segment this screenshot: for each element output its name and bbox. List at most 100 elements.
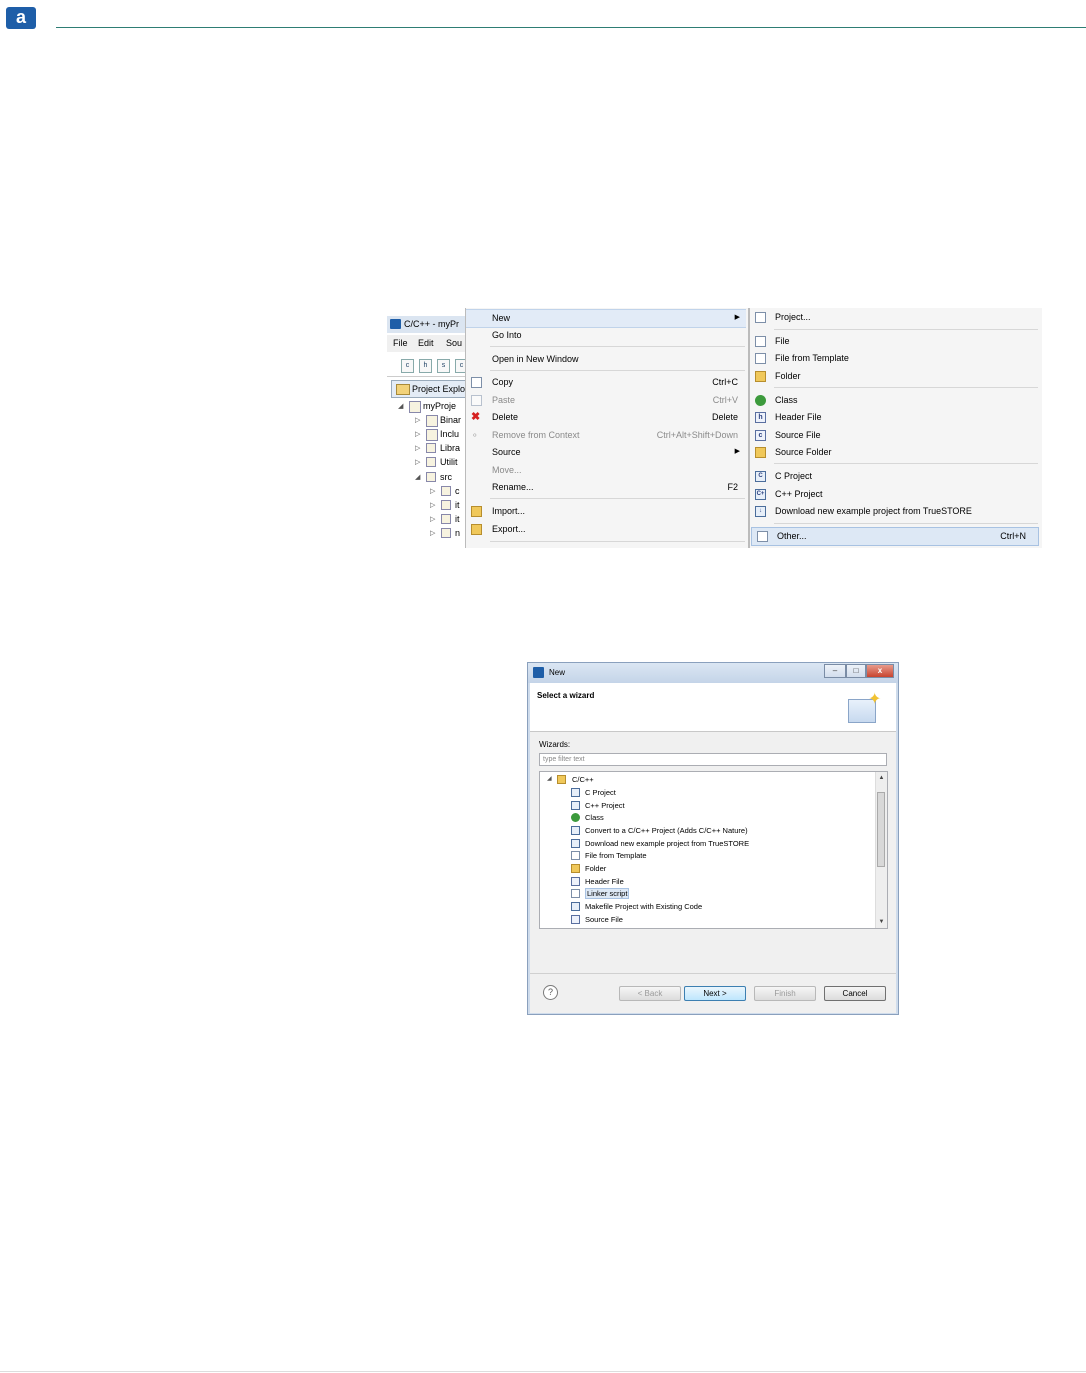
menu-item-new[interactable]: New ▶	[466, 309, 746, 328]
menu-item-shortcut: Ctrl+N	[1000, 531, 1026, 541]
dialog-title: New	[549, 668, 566, 677]
menu-item-source-file[interactable]: c Source File	[750, 427, 1040, 444]
menu-item-file-from-template[interactable]: File from Template	[750, 350, 1040, 367]
menu-item-label: New	[492, 313, 511, 323]
help-icon[interactable]: ?	[543, 985, 558, 1000]
menu-item-label: Other...	[777, 531, 807, 541]
header-rule	[56, 27, 1086, 28]
footer-separator	[530, 973, 896, 974]
header-file-icon	[571, 877, 580, 886]
menu-item-label: C Project	[775, 471, 813, 481]
back-button[interactable]: < Back	[619, 986, 681, 1001]
menu-edit[interactable]: Edit	[418, 338, 434, 348]
menu-item-label: Class	[775, 395, 798, 405]
menu-item-delete[interactable]: ✖ Delete Delete	[466, 409, 746, 426]
menu-item-rename[interactable]: Rename... F2	[466, 479, 746, 496]
next-button[interactable]: Next >	[684, 986, 746, 1001]
file-icon	[755, 336, 766, 347]
tab-project-explorer[interactable]: Project Explo	[391, 380, 466, 398]
folder-icon	[755, 371, 766, 382]
source-folder-icon	[755, 447, 766, 458]
menu-item-header-file[interactable]: h Header File	[750, 409, 1040, 426]
scroll-up-icon[interactable]: ▲	[877, 773, 886, 783]
menu-item-paste[interactable]: Paste Ctrl+V	[466, 392, 746, 409]
expand-arrow-icon[interactable]: ▷	[415, 416, 420, 424]
expand-arrow-icon[interactable]: ◢	[547, 775, 552, 782]
menu-item-download-example[interactable]: ↓ Download new example project from TrueS…	[750, 503, 1040, 520]
menu-item-label: Project...	[775, 312, 811, 322]
new-c-file-button[interactable]: c	[401, 359, 414, 373]
tree-item-label: C++ Project	[585, 801, 625, 810]
tree-item-label: C Project	[585, 788, 616, 797]
menu-file[interactable]: File	[393, 338, 408, 348]
filter-input[interactable]: type filter text	[539, 753, 887, 766]
menu-item-label: Open in New Window	[492, 354, 579, 364]
tree-item-label: Convert to a C/C++ Project (Adds C/C++ N…	[585, 826, 748, 835]
menu-item-remove-from-context[interactable]: ⚬ Remove from Context Ctrl+Alt+Shift+Down	[466, 427, 746, 444]
new-header-button[interactable]: h	[419, 359, 432, 373]
tree-item-label: Binar	[440, 415, 462, 425]
menu-item-class[interactable]: Class	[750, 392, 1040, 409]
close-button[interactable]: x	[866, 664, 894, 678]
menu-item-export[interactable]: Export...	[466, 521, 746, 538]
tree-item-label: src	[440, 472, 452, 482]
menu-item-source-folder[interactable]: Source Folder	[750, 444, 1040, 461]
cancel-button[interactable]: Cancel	[824, 986, 886, 1001]
expand-arrow-icon[interactable]: ▷	[430, 515, 435, 523]
app-icon	[533, 667, 544, 678]
expand-arrow-icon[interactable]: ▷	[430, 529, 435, 537]
menu-item-label: Folder	[775, 371, 801, 381]
tree-item-label: Inclu	[440, 429, 460, 439]
expand-arrow-icon[interactable]: ▷	[430, 501, 435, 509]
maximize-button[interactable]: □	[846, 664, 866, 678]
menu-item-import[interactable]: Import...	[466, 503, 746, 520]
menu-item-project[interactable]: Project...	[750, 309, 1040, 326]
wizard-banner-icon: ✦	[848, 691, 881, 723]
menu-item-move[interactable]: Move...	[466, 462, 746, 479]
menu-item-copy[interactable]: Copy Ctrl+C	[466, 374, 746, 391]
menu-item-go-into[interactable]: Go Into	[466, 327, 746, 344]
menu-item-file[interactable]: File	[750, 333, 1040, 350]
tree-item-label: Linker script	[585, 888, 630, 899]
class-icon	[571, 813, 580, 822]
menu-item-source[interactable]: Source ▶	[466, 444, 746, 461]
finish-button[interactable]: Finish	[754, 986, 816, 1001]
tree-item-label: Folder	[585, 864, 607, 873]
menu-item-label: Delete	[492, 412, 519, 422]
menu-item-open-new-window[interactable]: Open in New Window	[466, 351, 746, 368]
expand-arrow-icon[interactable]: ◢	[398, 402, 403, 410]
dialog-header: Select a wizard ✦	[530, 683, 896, 732]
menu-item-label: Rename...	[492, 482, 534, 492]
tree-scrollbar[interactable]: ▲ ▼	[875, 772, 887, 928]
submenu-arrow-icon: ▶	[734, 448, 740, 455]
new-source-button[interactable]: s	[437, 359, 450, 373]
folder-icon	[426, 443, 436, 453]
dialog-titlebar[interactable]: New – □ x	[528, 663, 898, 683]
menu-item-other[interactable]: Other... Ctrl+N	[751, 527, 1039, 546]
source-file-icon	[441, 528, 451, 538]
menu-item-label: Remove from Context	[492, 430, 580, 440]
menu-item-cpp-project[interactable]: C+ C++ Project	[750, 486, 1040, 503]
download-icon	[571, 839, 580, 848]
menu-separator	[774, 523, 1038, 524]
expand-arrow-icon[interactable]: ▷	[415, 458, 420, 466]
cpp-project-icon	[571, 801, 580, 810]
expand-arrow-icon[interactable]: ▷	[430, 487, 435, 495]
c-project-icon: C	[755, 471, 766, 482]
menu-item-label: C++ Project	[775, 489, 823, 499]
scroll-down-icon[interactable]: ▼	[877, 917, 886, 927]
minimize-button[interactable]: –	[824, 664, 846, 678]
tree-item-label: it	[455, 514, 460, 524]
menu-source[interactable]: Sou	[446, 338, 462, 348]
tree-item-label: myProje	[423, 401, 457, 411]
menu-separator	[774, 463, 1038, 464]
scrollbar-thumb[interactable]	[877, 792, 885, 867]
remove-context-icon: ⚬	[471, 430, 479, 440]
expand-arrow-icon[interactable]: ◢	[415, 473, 420, 481]
source-file-icon: c	[755, 430, 766, 441]
expand-arrow-icon[interactable]: ▷	[415, 444, 420, 452]
menu-item-folder[interactable]: Folder	[750, 368, 1040, 385]
menu-item-c-project[interactable]: C C Project	[750, 468, 1040, 485]
new-submenu: Project... File File from Template Folde…	[749, 308, 1042, 548]
expand-arrow-icon[interactable]: ▷	[415, 430, 420, 438]
